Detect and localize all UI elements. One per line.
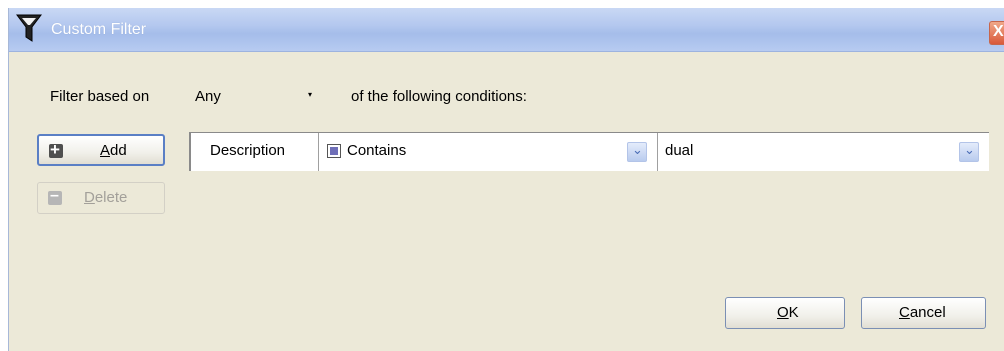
funnel-icon xyxy=(16,14,42,42)
value-select[interactable]: dual ⌄ xyxy=(657,133,989,171)
cancel-button-label: Cancel xyxy=(899,304,946,321)
plus-icon xyxy=(49,140,63,160)
value-dropdown-button[interactable]: ⌄ xyxy=(959,142,979,162)
ok-button[interactable]: OK xyxy=(725,297,845,329)
filter-based-on-label: Filter based on xyxy=(50,88,150,105)
operator-value: Contains xyxy=(347,142,407,159)
field-name: Description xyxy=(210,142,286,159)
window-title: Custom Filter xyxy=(51,21,147,38)
add-button[interactable]: Add xyxy=(37,134,165,166)
operator-icon xyxy=(327,144,341,158)
chevron-down-icon: ⌄ xyxy=(964,142,975,157)
minus-icon xyxy=(48,187,62,205)
ok-button-label: OK xyxy=(777,304,799,321)
close-button[interactable]: X xyxy=(989,21,1004,45)
dropdown-arrow-icon: ▾ xyxy=(308,90,313,99)
condition-row: Description Contains ⌄ dual ⌄ xyxy=(189,132,989,171)
custom-filter-dialog: Custom Filter X Filter based on Any ▾ of… xyxy=(8,8,1004,351)
condition-value: dual xyxy=(665,142,694,159)
conditions-label: of the following conditions: xyxy=(351,88,527,105)
chevron-down-icon: ⌄ xyxy=(632,142,643,157)
close-icon: X xyxy=(993,23,1004,40)
delete-button-label: Delete xyxy=(84,189,128,206)
title-bar[interactable]: Custom Filter X xyxy=(9,8,1004,52)
add-button-label: Add xyxy=(100,142,127,159)
cancel-button[interactable]: Cancel xyxy=(861,297,986,329)
operator-dropdown-button[interactable]: ⌄ xyxy=(627,142,647,162)
match-mode-select[interactable]: Any ▾ xyxy=(187,80,325,108)
field-cell[interactable]: Description xyxy=(191,133,319,171)
operator-select[interactable]: Contains ⌄ xyxy=(319,133,658,171)
delete-button[interactable]: Delete xyxy=(37,182,165,214)
match-mode-value: Any xyxy=(195,88,221,105)
